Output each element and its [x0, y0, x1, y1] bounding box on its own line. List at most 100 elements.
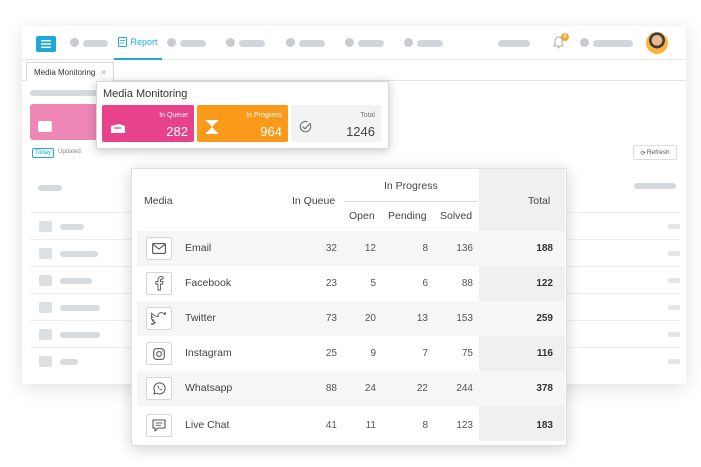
- table-row[interactable]: Live Chat 41 11 8 123 183: [137, 408, 565, 443]
- cell-pending: 22: [416, 383, 428, 394]
- in-progress-value: 964: [260, 124, 282, 139]
- cell-total: 116: [536, 348, 553, 359]
- tab-media-monitoring[interactable]: Media Monitoring ×: [26, 62, 114, 81]
- header-solved: Solved: [440, 210, 473, 222]
- in-progress-label: In Progress: [246, 112, 282, 119]
- media-name: Email: [185, 242, 212, 254]
- header-in-queue: In Queue: [292, 195, 336, 207]
- cell-solved: 136: [456, 243, 473, 254]
- cell-pending: 7: [422, 348, 428, 359]
- nav-item-icon: [404, 38, 413, 47]
- cell-total: 183: [536, 420, 553, 431]
- in-queue-card-background: [30, 104, 100, 140]
- nav-item-placeholder[interactable]: [417, 40, 443, 47]
- facebook-icon: [146, 272, 172, 295]
- nav-item-icon: [70, 38, 79, 47]
- cell-open: 11: [365, 420, 376, 431]
- cell-solved: 244: [456, 383, 473, 394]
- cell-open: 20: [364, 313, 376, 324]
- close-tab-icon[interactable]: ×: [101, 68, 106, 77]
- tab-media-monitoring-label: Media Monitoring: [34, 67, 96, 77]
- nav-tab-report-label: Report: [130, 37, 158, 47]
- cell-solved: 123: [456, 420, 473, 431]
- in-queue-card[interactable]: In Queue 282: [102, 105, 194, 142]
- cell-open: 9: [370, 348, 376, 359]
- nav-item-placeholder[interactable]: [239, 40, 265, 47]
- header-in-progress: In Progress: [384, 180, 438, 192]
- refresh-label: Refresh: [646, 149, 670, 156]
- table-row[interactable]: Facebook 23 5 6 88 122: [137, 266, 565, 301]
- whatsapp-icon: [146, 377, 172, 400]
- instagram-icon: [146, 342, 172, 365]
- check-circle-icon: [299, 120, 312, 133]
- cell-pending: 8: [422, 243, 428, 254]
- user-name-placeholder[interactable]: [593, 40, 633, 47]
- nav-tab-report[interactable]: Report: [114, 26, 162, 60]
- document-tab-bar: Media Monitoring ×: [22, 61, 686, 81]
- cell-solved: 153: [456, 313, 473, 324]
- header-open: Open: [349, 210, 375, 222]
- media-name: Instagram: [185, 347, 232, 359]
- cell-total: 188: [536, 243, 553, 254]
- media-name: Live Chat: [185, 419, 230, 431]
- hourglass-icon: [206, 120, 218, 134]
- nav-item-icon: [286, 38, 295, 47]
- header-media: Media: [144, 195, 173, 207]
- table-row[interactable]: Instagram 25 9 7 75 116: [137, 336, 565, 371]
- media-name: Twitter: [185, 312, 216, 324]
- today-filter-button[interactable]: Today: [32, 148, 55, 158]
- table-row[interactable]: Twitter 73 20 13 153 259: [137, 301, 565, 336]
- media-table: Media In Queue In Progress Open Pending …: [131, 168, 567, 446]
- nav-item-placeholder[interactable]: [299, 40, 325, 47]
- cell-in-queue: 25: [325, 348, 337, 359]
- media-monitoring-summary: Media Monitoring In Queue 282 In Progres…: [96, 81, 389, 149]
- summary-title: Media Monitoring: [103, 88, 188, 100]
- cell-in-queue: 32: [325, 243, 337, 254]
- twitter-icon: [146, 307, 172, 330]
- nav-item-placeholder[interactable]: [498, 40, 530, 47]
- top-navigation: Report 8: [22, 26, 686, 60]
- hamburger-menu-button[interactable]: [36, 36, 56, 52]
- cell-total: 122: [536, 278, 553, 289]
- cell-total: 378: [536, 383, 553, 394]
- cell-open: 24: [364, 383, 376, 394]
- in-queue-value: 282: [166, 124, 188, 139]
- user-status-icon: [580, 38, 589, 47]
- in-progress-card[interactable]: In Progress 964: [197, 105, 288, 142]
- report-icon: [118, 37, 128, 47]
- total-label: Total: [360, 112, 375, 119]
- header-divider: [344, 201, 478, 202]
- cell-in-queue: 41: [325, 420, 337, 431]
- cell-solved: 88: [461, 278, 473, 289]
- avatar[interactable]: [646, 32, 668, 54]
- email-icon: [146, 237, 172, 260]
- notification-badge: 8: [561, 33, 569, 41]
- total-card[interactable]: Total 1246: [291, 105, 381, 142]
- hamburger-icon: [41, 40, 51, 48]
- cell-solved: 75: [461, 348, 473, 359]
- section-title-placeholder: [30, 90, 100, 96]
- table-row[interactable]: Email 32 12 8 136 188: [137, 231, 565, 266]
- in-queue-label: In Queue: [159, 112, 188, 119]
- total-value: 1246: [346, 124, 375, 139]
- updated-label: Updated:: [58, 149, 83, 155]
- cell-in-queue: 88: [325, 383, 337, 394]
- nav-item-placeholder[interactable]: [180, 40, 206, 47]
- refresh-button[interactable]: ⟳ Refresh: [633, 145, 677, 160]
- cell-in-queue: 23: [325, 278, 337, 289]
- nav-item-icon: [226, 38, 235, 47]
- live-chat-icon: [146, 414, 172, 437]
- cell-total: 259: [536, 313, 553, 324]
- nav-item-icon: [167, 38, 176, 47]
- inbox-icon: [111, 124, 125, 133]
- cell-open: 5: [370, 278, 376, 289]
- table-row[interactable]: Whatsapp 88 24 22 244 378: [137, 371, 565, 406]
- nav-item-placeholder[interactable]: [83, 40, 108, 47]
- header-total: Total: [528, 195, 551, 207]
- media-name: Facebook: [185, 277, 232, 289]
- cell-in-queue: 73: [325, 313, 337, 324]
- media-name: Whatsapp: [185, 382, 233, 394]
- nav-item-placeholder[interactable]: [358, 40, 384, 47]
- cell-open: 12: [364, 243, 376, 254]
- cell-pending: 13: [416, 313, 428, 324]
